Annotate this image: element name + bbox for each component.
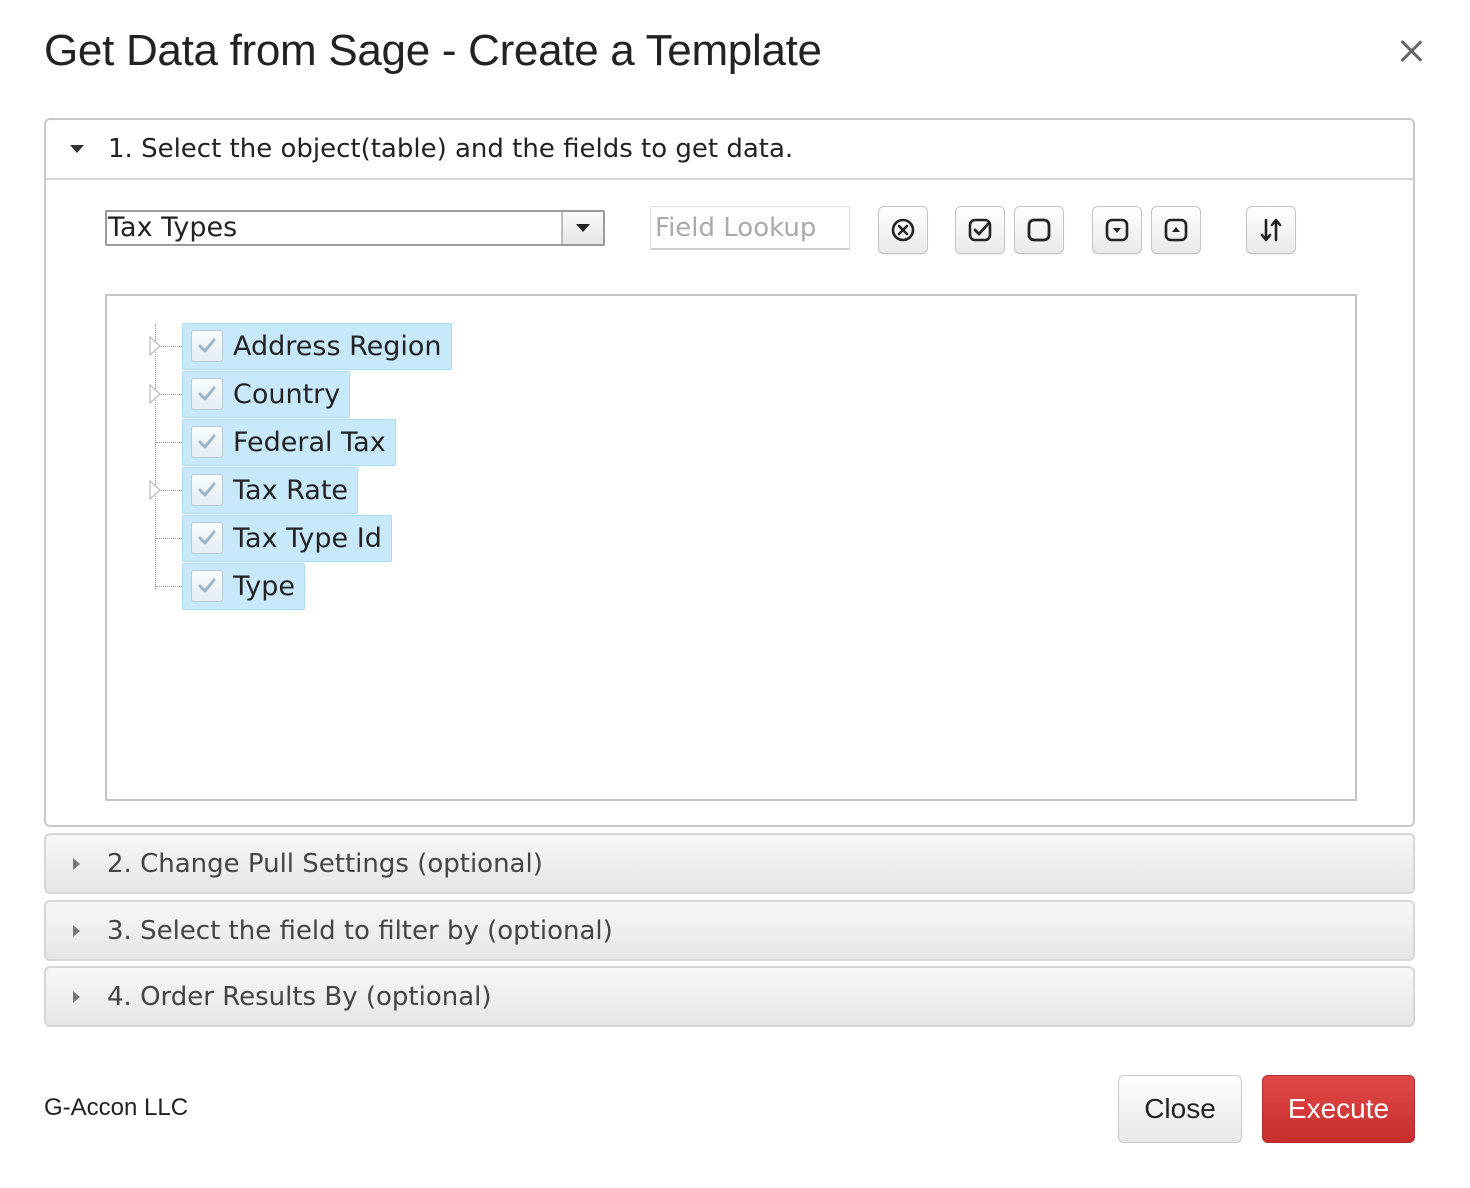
check-all-button[interactable] [955, 206, 1005, 254]
tree-connector [156, 585, 182, 587]
field-item[interactable]: Type [182, 562, 306, 610]
field-label: Address Region [233, 330, 442, 362]
field-label: Type [233, 570, 296, 602]
brand-label: G-Accon LLC [44, 1094, 189, 1121]
tree-node[interactable]: Federal Tax [156, 418, 396, 466]
field-label: Tax Type Id [233, 522, 382, 554]
section-4-header[interactable]: 4. Order Results By (optional) [44, 966, 1415, 1027]
field-checkbox[interactable] [191, 570, 223, 602]
section-1-header[interactable]: 1. Select the object(table) and the fiel… [46, 120, 1413, 180]
square-chevron-up-icon [1164, 218, 1188, 242]
sort-fields-button[interactable] [1246, 206, 1296, 254]
collapse-all-button[interactable] [1151, 206, 1201, 254]
expand-triangle-icon [73, 857, 80, 870]
field-item[interactable]: Federal Tax [182, 418, 396, 466]
close-icon[interactable] [1394, 34, 1428, 68]
expand-triangle-icon [73, 990, 80, 1003]
section-3-label: 3. Select the field to filter by (option… [107, 915, 613, 946]
section-1-body: Tax Types Field Lookup Address Region Co… [46, 180, 1413, 827]
collapse-triangle-icon [70, 145, 84, 153]
select-dropdown-button[interactable] [563, 212, 603, 244]
checkmark-icon [198, 530, 216, 545]
tree-node[interactable]: Tax Type Id [156, 514, 392, 562]
expand-arrow-icon[interactable] [148, 383, 164, 405]
field-item[interactable]: Country [182, 370, 351, 418]
tree-connector [156, 441, 182, 443]
uncheck-all-button[interactable] [1014, 206, 1064, 254]
field-label: Country [233, 378, 341, 410]
checkmark-icon [198, 482, 216, 497]
checkmark-icon [198, 434, 216, 449]
field-lookup-input[interactable] [650, 206, 850, 250]
field-checkbox[interactable] [191, 330, 223, 362]
field-label: Federal Tax [233, 426, 386, 458]
field-label: Tax Rate [233, 474, 349, 506]
field-tree: Address Region Country Federal Tax Tax R… [105, 294, 1357, 801]
field-item[interactable]: Tax Rate [182, 466, 359, 514]
field-checkbox[interactable] [191, 378, 223, 410]
section-1-panel: 1. Select the object(table) and the fiel… [44, 118, 1415, 827]
section-2-label: 2. Change Pull Settings (optional) [107, 848, 543, 879]
section-1-label: 1. Select the object(table) and the fiel… [108, 134, 794, 164]
dialog-title: Get Data from Sage - Create a Template [44, 26, 822, 75]
field-item[interactable]: Address Region [182, 322, 452, 370]
circle-x-icon [891, 218, 915, 242]
check-square-icon [968, 218, 992, 242]
expand-arrow-icon[interactable] [148, 479, 164, 501]
section-3-header[interactable]: 3. Select the field to filter by (option… [44, 900, 1415, 961]
tree-node[interactable]: Tax Rate [149, 466, 359, 514]
object-select[interactable]: Tax Types [105, 210, 605, 246]
field-item[interactable]: Tax Type Id [182, 514, 392, 562]
object-select-value: Tax Types [107, 212, 563, 244]
checkmark-icon [198, 578, 216, 593]
expand-arrow-icon[interactable] [148, 335, 164, 357]
empty-square-icon [1027, 218, 1051, 242]
chevron-down-icon [576, 224, 590, 232]
expand-all-button[interactable] [1092, 206, 1142, 254]
tree-node[interactable]: Type [156, 562, 306, 610]
clear-lookup-button[interactable] [878, 206, 928, 254]
checkmark-icon [198, 386, 216, 401]
field-checkbox[interactable] [191, 474, 223, 506]
section-4-label: 4. Order Results By (optional) [107, 981, 492, 1012]
expand-triangle-icon [73, 924, 80, 937]
checkmark-icon [198, 338, 216, 353]
square-chevron-down-icon [1105, 218, 1129, 242]
close-button[interactable]: Close [1118, 1075, 1242, 1143]
execute-button[interactable]: Execute [1262, 1075, 1415, 1143]
field-checkbox[interactable] [191, 522, 223, 554]
tree-connector [156, 537, 182, 539]
tree-node[interactable]: Address Region [149, 322, 452, 370]
tree-node[interactable]: Country [149, 370, 351, 418]
section-2-header[interactable]: 2. Change Pull Settings (optional) [44, 833, 1415, 894]
field-checkbox[interactable] [191, 426, 223, 458]
sort-arrows-icon [1260, 218, 1282, 242]
